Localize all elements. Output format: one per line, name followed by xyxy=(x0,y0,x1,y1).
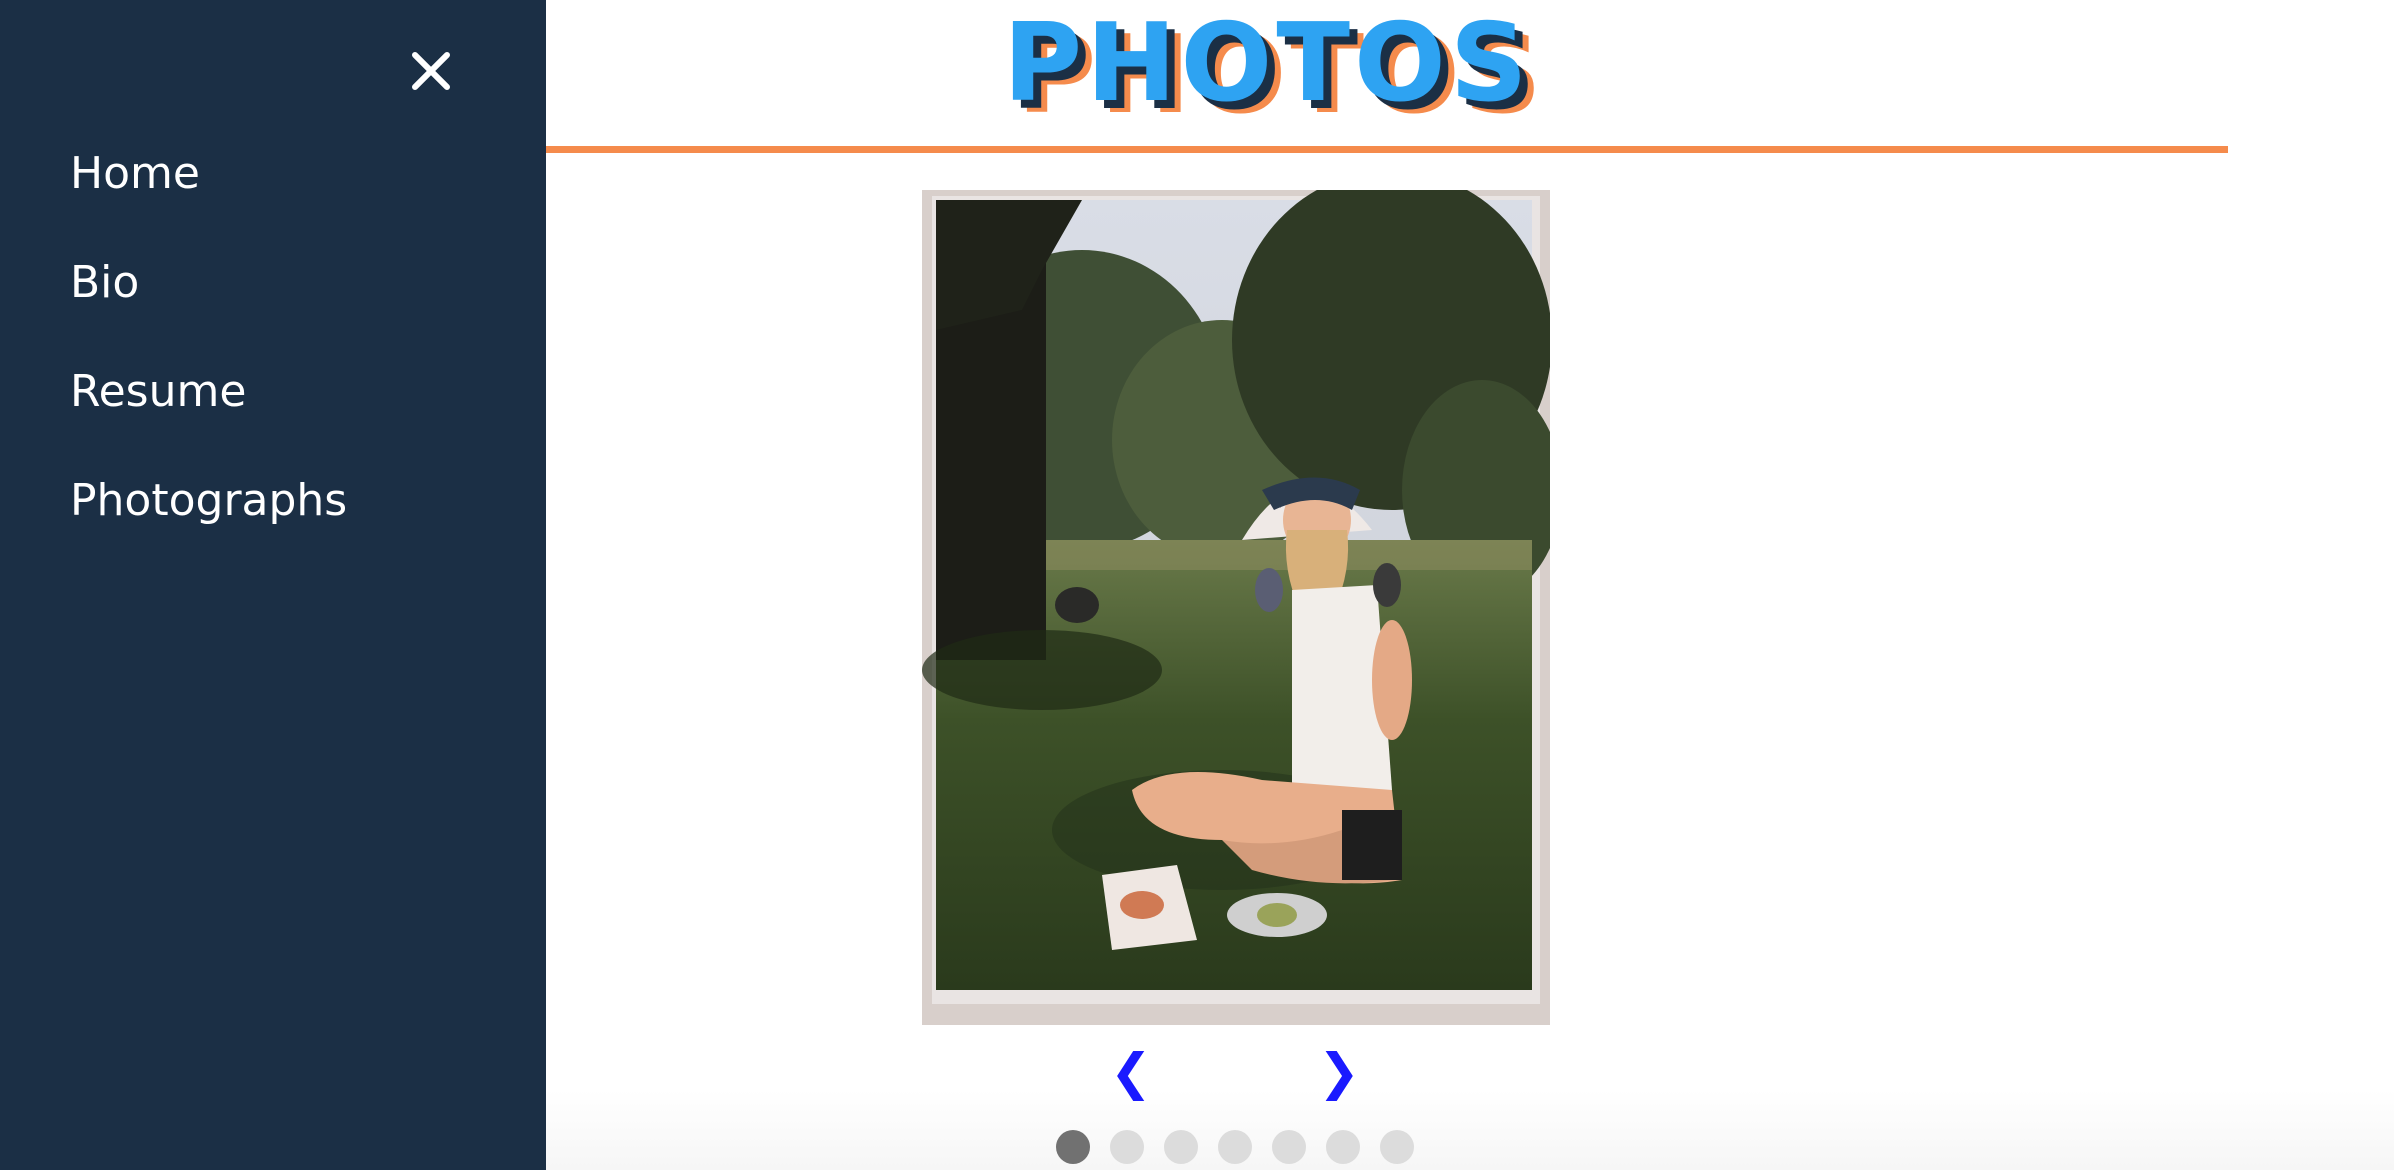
slide-dot[interactable] xyxy=(1164,1130,1198,1164)
close-button[interactable] xyxy=(405,45,457,97)
page-title: PHOTOS xyxy=(1003,1,1532,126)
nav-item-resume[interactable]: Resume xyxy=(70,358,347,467)
chevron-right-icon: ❯ xyxy=(1318,1043,1360,1101)
nav-item-photographs[interactable]: Photographs xyxy=(70,467,347,576)
slide-dot[interactable] xyxy=(1326,1130,1360,1164)
slide-dot[interactable] xyxy=(1218,1130,1252,1164)
header-divider xyxy=(546,146,2228,153)
prev-slide-button[interactable]: ❮ xyxy=(1101,1042,1161,1102)
slide-dot[interactable] xyxy=(1110,1130,1144,1164)
page-title-text: PHOTOS xyxy=(1003,1,1532,126)
slide-dot[interactable] xyxy=(1056,1130,1090,1164)
slideshow-image xyxy=(922,170,1562,1025)
nav-item-home[interactable]: Home xyxy=(70,140,347,249)
main-content: PHOTOS ❮ ❯ xyxy=(546,0,2394,1170)
next-slide-button[interactable]: ❯ xyxy=(1309,1042,1369,1102)
slide-dot[interactable] xyxy=(1380,1130,1414,1164)
slide-dot[interactable] xyxy=(1272,1130,1306,1164)
nav-item-bio[interactable]: Bio xyxy=(70,249,347,358)
close-icon xyxy=(412,52,450,90)
chevron-left-icon: ❮ xyxy=(1110,1043,1152,1101)
photo-image xyxy=(922,170,1562,1025)
sidebar-nav: Home Bio Resume Photographs xyxy=(0,0,546,1170)
nav-menu: Home Bio Resume Photographs xyxy=(70,140,347,576)
